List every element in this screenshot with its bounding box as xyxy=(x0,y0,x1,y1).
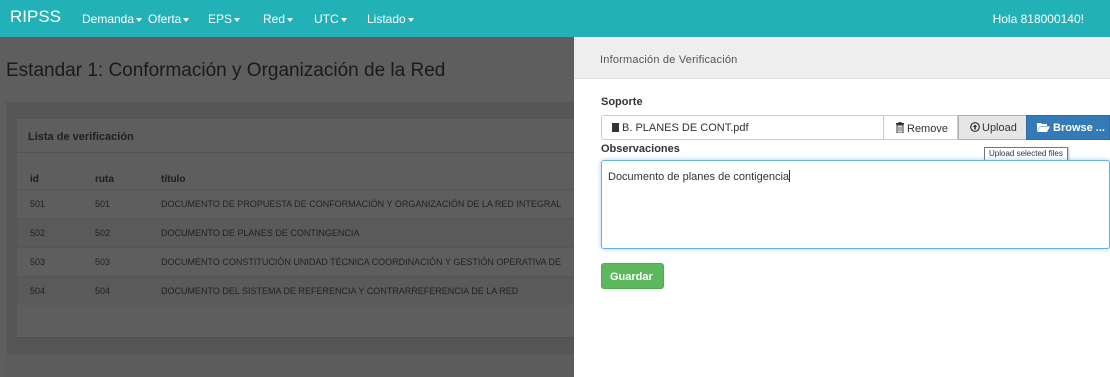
nav-red[interactable]: Red xyxy=(263,12,294,26)
page-title: Estandar 1: Conformación y Organización … xyxy=(6,60,446,81)
nav-eps[interactable]: EPS xyxy=(208,12,241,26)
panel-title: Información de Verificación xyxy=(574,37,1110,79)
soporte-label: Soporte xyxy=(601,96,643,108)
cell-titulo: DOCUMENTO DE PLANES DE CONTINGENCIA xyxy=(161,228,360,238)
cell-titulo: DOCUMENTO DE PROPUESTA DE CONFORMACIÓN Y… xyxy=(161,199,562,209)
cell-ruta: 504 xyxy=(95,286,111,296)
observaciones-value: Documento de planes de contigencia xyxy=(608,171,790,183)
file-icon xyxy=(612,123,619,132)
caret-down-icon xyxy=(340,17,347,22)
page-footer-band xyxy=(6,354,574,377)
cell-id: 504 xyxy=(30,286,46,296)
checklist-card: Lista de verificación id ruta título 501… xyxy=(17,118,574,338)
cell-ruta: 503 xyxy=(95,257,111,267)
cell-titulo: DOCUMENTO CONSTITUCIÓN UNIDAD TÉCNICA CO… xyxy=(161,257,562,267)
caret-down-icon xyxy=(287,17,294,22)
upload-button[interactable]: Upload xyxy=(958,115,1027,140)
column-header-id: id xyxy=(30,174,39,185)
observaciones-label: Observaciones xyxy=(601,143,680,155)
table-row[interactable]: 501 501 DOCUMENTO DE PROPUESTA DE CONFOR… xyxy=(17,189,574,218)
checklist-table-body: 501 501 DOCUMENTO DE PROPUESTA DE CONFOR… xyxy=(17,189,574,305)
upload-tooltip: Upload selected files xyxy=(984,147,1068,161)
checklist-heading: Lista de verificación xyxy=(28,131,134,143)
cell-id: 502 xyxy=(30,228,46,238)
nav-oferta[interactable]: Oferta xyxy=(148,12,190,26)
table-row[interactable]: 504 504 DOCUMENTO DEL SISTEMA DE REFEREN… xyxy=(17,276,574,305)
remove-label: Remove xyxy=(907,123,948,135)
upload-label: Upload xyxy=(982,122,1017,134)
folder-open-icon xyxy=(1037,123,1050,132)
nav-listado[interactable]: Listado xyxy=(367,12,414,26)
nav-demanda[interactable]: Demanda xyxy=(82,12,143,26)
caret-down-icon xyxy=(234,17,241,22)
verification-panel: Información de Verificación Soporte B. P… xyxy=(574,37,1110,377)
divider xyxy=(17,337,574,338)
browse-button[interactable]: Browse ... xyxy=(1026,115,1110,140)
remove-button[interactable]: Remove xyxy=(883,115,958,140)
cell-id: 501 xyxy=(30,199,46,209)
cell-titulo: DOCUMENTO DEL SISTEMA DE REFERENCIA Y CO… xyxy=(161,286,519,296)
caret-down-icon xyxy=(407,17,414,22)
caret-down-icon xyxy=(136,17,143,22)
cell-id: 503 xyxy=(30,257,46,267)
brand-logo[interactable]: RIPSS xyxy=(10,7,61,27)
trash-icon xyxy=(896,122,904,134)
column-header-titulo: título xyxy=(161,174,186,185)
save-button[interactable]: Guardar xyxy=(601,263,664,289)
file-name: B. PLANES DE CONT.pdf xyxy=(622,122,749,134)
observaciones-textarea[interactable]: Documento de planes de contigencia xyxy=(601,160,1110,249)
text-cursor xyxy=(789,170,791,182)
caret-down-icon xyxy=(183,17,190,22)
nav-utc[interactable]: UTC xyxy=(314,12,347,26)
user-greeting[interactable]: Hola 818000140! xyxy=(993,12,1084,26)
column-header-ruta: ruta xyxy=(95,174,114,185)
file-caption[interactable]: B. PLANES DE CONT.pdf xyxy=(601,115,883,140)
browse-label: Browse ... xyxy=(1053,122,1105,134)
table-row[interactable]: 503 503 DOCUMENTO CONSTITUCIÓN UNIDAD TÉ… xyxy=(17,247,574,276)
cell-ruta: 501 xyxy=(95,199,111,209)
cell-ruta: 502 xyxy=(95,228,111,238)
divider xyxy=(17,152,574,153)
upload-icon xyxy=(970,122,980,132)
table-row[interactable]: 502 502 DOCUMENTO DE PLANES DE CONTINGEN… xyxy=(17,218,574,247)
top-navbar: RIPSS Demanda Oferta EPS Red UTC Listado… xyxy=(0,0,1110,37)
